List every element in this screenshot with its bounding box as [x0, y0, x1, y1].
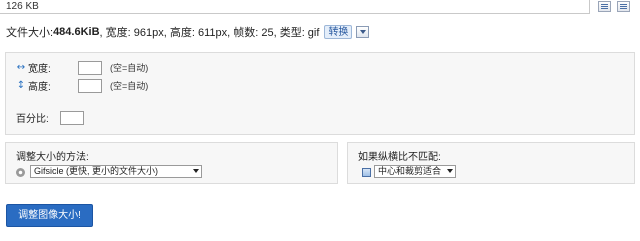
file-info: 文件大小: 484.6KiB , 宽度: 961px, 高度: 611px, 帧… — [6, 24, 370, 40]
method-select-value: Gifsicle (更快, 更小的文件大小) — [34, 166, 159, 176]
file-size-value: 484.6KiB — [53, 26, 100, 38]
resize-dimensions-panel: ↔ 宽度: (空=自动) ↕ 高度: (空=自动) 百分比: — [5, 52, 635, 135]
chevron-down-icon — [193, 169, 199, 173]
horizontal-arrows-icon: ↔ — [16, 61, 26, 73]
vertical-arrows-icon: ↕ — [16, 79, 26, 91]
resize-image-button[interactable]: 调整图像大小! — [6, 204, 93, 227]
toolbar-icons — [598, 1, 630, 12]
top-bar: 126 KB — [0, 0, 640, 16]
method-select[interactable]: Gifsicle (更快, 更小的文件大小) — [30, 165, 202, 178]
aspect-select[interactable]: 中心和裁剪适合 — [374, 165, 456, 178]
height-input[interactable] — [78, 78, 102, 93]
output-size-text: 126 KB — [0, 0, 590, 14]
percent-row: 百分比: — [16, 110, 84, 125]
file-info-prefix: 文件大小: — [6, 27, 54, 39]
chevron-down-icon — [447, 169, 453, 173]
grid-view-icon[interactable] — [617, 1, 630, 12]
height-hint: (空=自动) — [110, 81, 149, 91]
width-hint: (空=自动) — [110, 63, 149, 73]
aspect-ratio-panel: 如果纵横比不匹配: 中心和裁剪适合 — [347, 142, 635, 184]
percent-input[interactable] — [60, 110, 84, 125]
resize-method-panel: 调整大小的方法: Gifsicle (更快, 更小的文件大小) — [5, 142, 338, 184]
list-view-icon[interactable] — [598, 1, 611, 12]
aspect-select-value: 中心和裁剪适合 — [378, 166, 442, 176]
width-label: 宽度: — [28, 64, 51, 75]
download-icon[interactable] — [356, 26, 370, 38]
convert-button[interactable]: 转换 — [324, 25, 353, 39]
width-input[interactable] — [78, 60, 102, 75]
width-row: ↔ 宽度: (空=自动) — [16, 60, 148, 75]
aspect-label: 如果纵横比不匹配: — [358, 152, 441, 163]
height-row: ↕ 高度: (空=自动) — [16, 78, 148, 93]
image-icon — [362, 168, 371, 177]
height-label: 高度: — [28, 82, 51, 93]
method-label: 调整大小的方法: — [16, 152, 89, 163]
gear-icon — [16, 168, 25, 177]
file-info-details: , 宽度: 961px, 高度: 611px, 帧数: 25, 类型: gif — [99, 27, 320, 39]
percent-label: 百分比: — [16, 114, 49, 125]
